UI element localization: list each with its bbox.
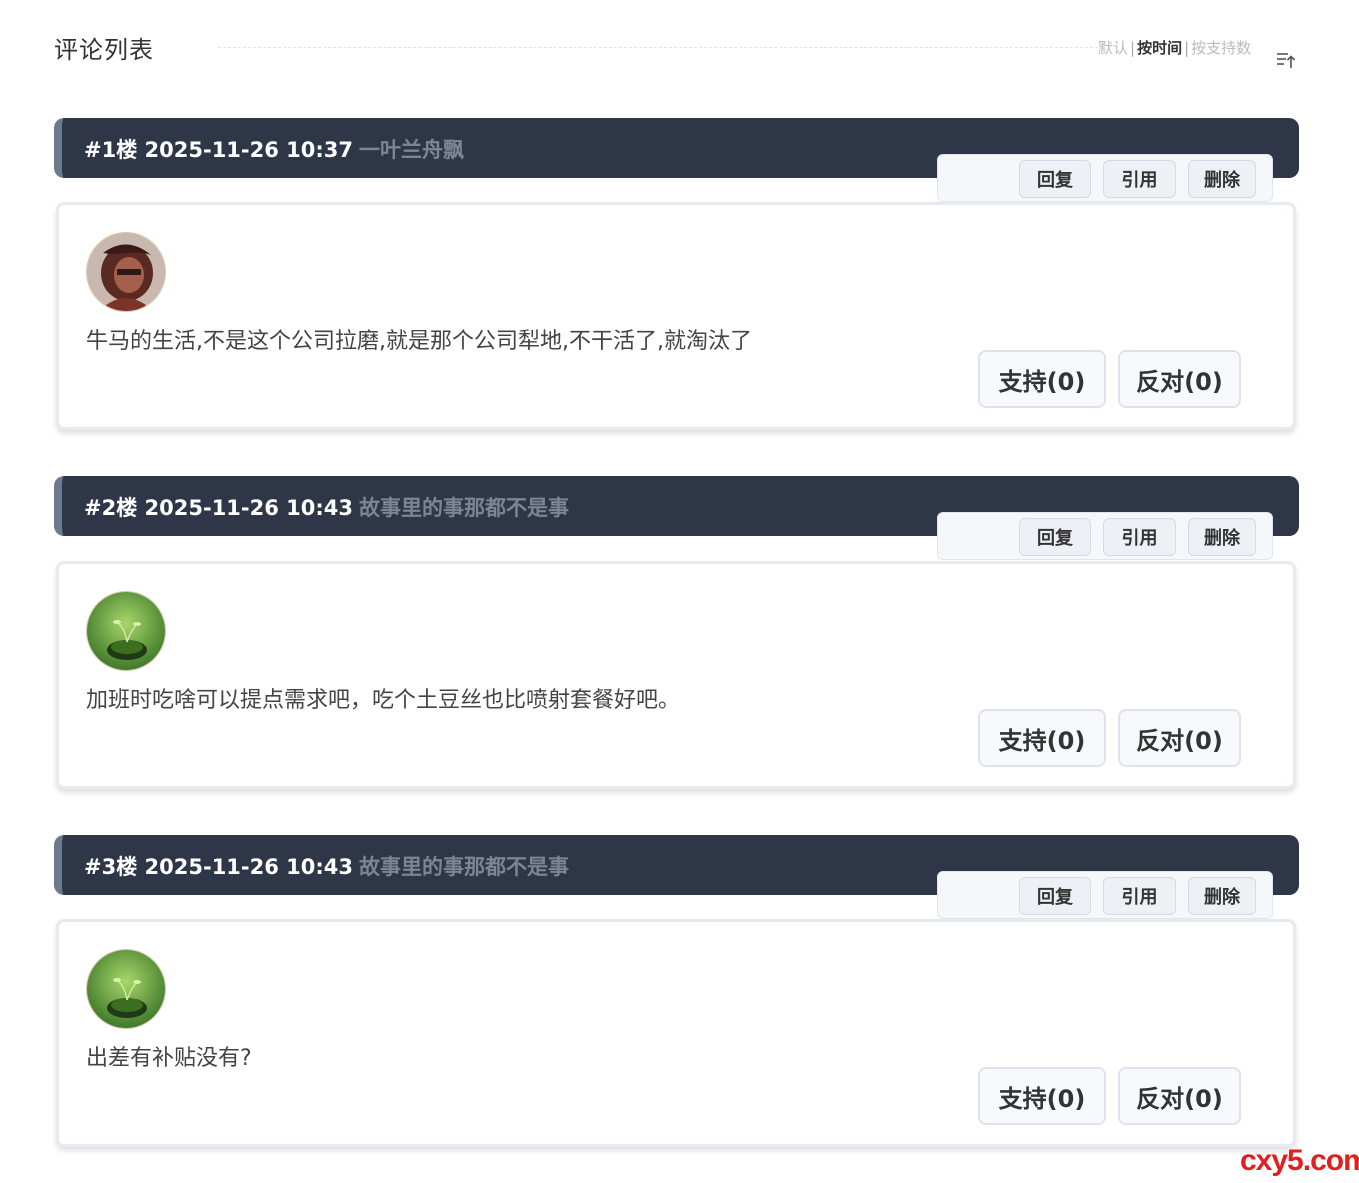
oppose-button[interactable]: 反对(0) <box>1118 709 1241 767</box>
comment-text: 牛马的生活,不是这个公司拉磨,就是那个公司犁地,不干活了,就淘汰了 <box>86 329 752 354</box>
oppose-button[interactable]: 反对(0) <box>1118 1067 1241 1125</box>
comment-author[interactable]: 故事里的事那都不是事 <box>359 496 569 520</box>
comment-floor: #2楼 <box>84 496 138 520</box>
plant-avatar-image <box>87 950 165 1028</box>
site-watermark: cxy5.com <box>1240 1144 1359 1177</box>
comment-meta: #3楼 2025-11-26 10:43 故事里的事那都不是事 <box>84 851 569 881</box>
delete-button[interactable]: 删除 <box>1188 518 1256 556</box>
portrait-avatar-image <box>87 233 165 311</box>
delete-button[interactable]: 删除 <box>1188 160 1256 198</box>
comment-body: 出差有补贴没有? 支持(0) 反对(0) <box>56 919 1296 1147</box>
comment-meta: #1楼 2025-11-26 10:37 一叶兰舟飘 <box>84 134 464 164</box>
support-button[interactable]: 支持(0) <box>978 350 1106 408</box>
reply-button[interactable]: 回复 <box>1019 518 1091 556</box>
quote-button[interactable]: 引用 <box>1103 160 1176 198</box>
comment-author[interactable]: 一叶兰舟飘 <box>359 138 464 162</box>
comment-datetime: 2025-11-26 10:43 <box>144 855 354 879</box>
reply-button[interactable]: 回复 <box>1019 877 1091 915</box>
support-button[interactable]: 支持(0) <box>978 709 1106 767</box>
page-title: 评论列表 <box>54 36 154 64</box>
comment-text: 出差有补贴没有? <box>86 1046 252 1071</box>
comment-datetime: 2025-11-26 10:43 <box>144 496 354 520</box>
comment-meta: #2楼 2025-11-26 10:43 故事里的事那都不是事 <box>84 492 569 522</box>
support-button[interactable]: 支持(0) <box>978 1067 1106 1125</box>
avatar <box>86 232 166 312</box>
sort-separator: | <box>1130 39 1136 57</box>
comment-body: 加班时吃啥可以提点需求吧，吃个土豆丝也比喷射套餐好吧。 支持(0) 反对(0) <box>56 561 1296 789</box>
header-divider <box>218 47 1098 48</box>
comment-actions: 回复 引用 删除 <box>937 512 1273 560</box>
comment-datetime: 2025-11-26 10:37 <box>144 138 354 162</box>
comment-floor: #1楼 <box>84 138 138 162</box>
delete-button[interactable]: 删除 <box>1188 877 1256 915</box>
comment-item: #1楼 2025-11-26 10:37 一叶兰舟飘 回复 引用 删除 牛马的生活… <box>54 118 1299 433</box>
comment-list-header: 评论列表 默认 | 按时间 | 按支持数 <box>0 0 1359 80</box>
avatar <box>86 949 166 1029</box>
avatar <box>86 591 166 671</box>
comment-item: #3楼 2025-11-26 10:43故事里的事那都不是事 回复 引用 删除 <box>54 835 1299 1150</box>
comment-author[interactable]: 故事里的事那都不是事 <box>359 855 569 879</box>
oppose-button[interactable]: 反对(0) <box>1118 350 1241 408</box>
comment-body: 牛马的生活,不是这个公司拉磨,就是那个公司犁地,不干活了,就淘汰了 支持(0) … <box>56 202 1296 430</box>
quote-button[interactable]: 引用 <box>1103 518 1176 556</box>
sort-default[interactable]: 默认 <box>1098 39 1128 57</box>
comment-text: 加班时吃啥可以提点需求吧，吃个土豆丝也比喷射套餐好吧。 <box>86 688 681 713</box>
reply-button[interactable]: 回复 <box>1019 160 1091 198</box>
comment-floor: #3楼 <box>84 855 138 879</box>
comment-actions: 回复 引用 删除 <box>937 154 1273 202</box>
sort-by-support[interactable]: 按支持数 <box>1191 39 1251 57</box>
sort-options: 默认 | 按时间 | 按支持数 <box>1098 37 1251 58</box>
sort-separator: | <box>1184 39 1190 57</box>
quote-button[interactable]: 引用 <box>1103 877 1176 915</box>
comment-actions: 回复 引用 删除 <box>937 871 1273 919</box>
sort-ascending-icon[interactable] <box>1275 50 1297 70</box>
comment-item: #2楼 2025-11-26 10:43故事里的事那都不是事 回复 引用 删除 <box>54 476 1299 791</box>
plant-avatar-image <box>87 592 165 670</box>
sort-by-time[interactable]: 按时间 <box>1137 39 1182 57</box>
